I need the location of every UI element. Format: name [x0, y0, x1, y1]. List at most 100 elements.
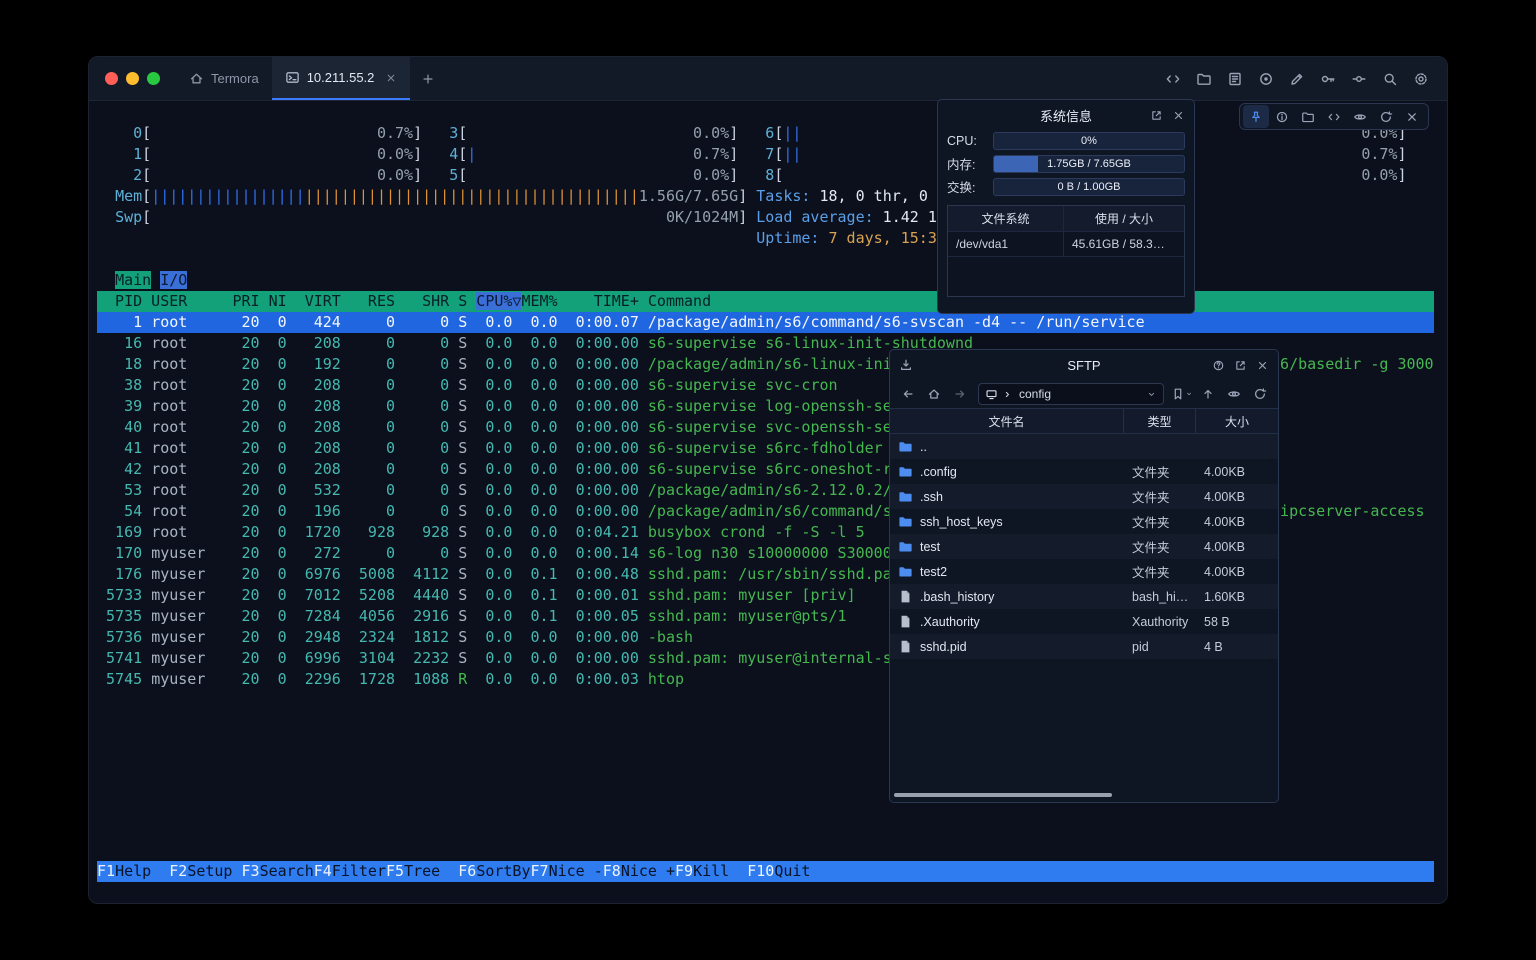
- new-tab-button[interactable]: [410, 57, 446, 100]
- fkey-label[interactable]: SortBy: [476, 862, 530, 880]
- journal-icon[interactable]: [1223, 67, 1247, 91]
- bookmark-icon[interactable]: [1170, 383, 1194, 405]
- help-icon[interactable]: [1212, 359, 1225, 372]
- back-icon[interactable]: [896, 383, 920, 405]
- col-res: 4056: [350, 607, 395, 625]
- fkey-F1[interactable]: F1: [97, 862, 115, 880]
- branch-icon[interactable]: [1347, 67, 1371, 91]
- horizontal-scrollbar[interactable]: [894, 793, 1112, 797]
- code-icon[interactable]: [1321, 105, 1347, 128]
- process-row[interactable]: 1 root 20 0 424 0 0 S 0.0 0.0 0:00.07 /p…: [97, 312, 1434, 333]
- col-state: S: [458, 502, 467, 520]
- fkey-label[interactable]: Help: [115, 862, 169, 880]
- close-panel-icon[interactable]: [1172, 109, 1185, 122]
- file-name: .bash_history: [920, 590, 994, 604]
- fkey-F7[interactable]: F7: [531, 862, 549, 880]
- fkey-label[interactable]: Nice -: [549, 862, 603, 880]
- download-icon[interactable]: [899, 358, 913, 372]
- file-row[interactable]: sshd.pidpid4 B: [890, 634, 1278, 659]
- col-virt: 532: [296, 481, 341, 499]
- filesystem-row[interactable]: /dev/vda145.61GB / 58.3…: [948, 232, 1184, 257]
- tab-10.211.55.2[interactable]: 10.211.55.2: [272, 57, 411, 100]
- sftp-panel: SFTP config 文件名类型大小 ...config文件夹4.00KB: [889, 349, 1279, 803]
- fkey-F6[interactable]: F6: [458, 862, 476, 880]
- close-icon[interactable]: [1399, 105, 1425, 128]
- fkey-label[interactable]: Filter: [332, 862, 386, 880]
- mem-meter-label: Mem: [115, 187, 142, 205]
- file-list: ...config文件夹4.00KB.ssh文件夹4.00KBssh_host_…: [890, 434, 1278, 659]
- fkey-F3[interactable]: F3: [242, 862, 260, 880]
- search-icon[interactable]: [1378, 67, 1402, 91]
- col-command: s6-supervise svc-cron: [648, 376, 838, 394]
- file-row[interactable]: test2文件夹4.00KB: [890, 559, 1278, 584]
- chevron-down-icon[interactable]: [1146, 389, 1157, 400]
- fkey-label[interactable]: Kill: [693, 862, 747, 880]
- sync-icon[interactable]: [1373, 105, 1399, 128]
- fkey-label[interactable]: Search: [260, 862, 314, 880]
- refresh-icon[interactable]: [1248, 383, 1272, 405]
- pin-icon[interactable]: [1243, 105, 1269, 128]
- code-icon[interactable]: [1161, 67, 1185, 91]
- close-window-button[interactable]: [105, 72, 118, 85]
- column-size[interactable]: 大小: [1196, 409, 1278, 433]
- col-res: 0: [350, 355, 395, 373]
- fkey-F9[interactable]: F9: [675, 862, 693, 880]
- open-in-window-icon[interactable]: [1234, 359, 1247, 372]
- file-name: ssh_host_keys: [920, 515, 1003, 529]
- col-time: 0:00.05: [567, 607, 639, 625]
- show-hidden-icon[interactable]: [1222, 383, 1246, 405]
- file-row[interactable]: .XauthorityXauthority58 B: [890, 609, 1278, 634]
- address-bar[interactable]: config: [978, 383, 1164, 405]
- folder-icon[interactable]: [1295, 105, 1321, 128]
- fkey-label[interactable]: Nice +: [621, 862, 675, 880]
- col-virt: 208: [296, 334, 341, 352]
- fkey-label[interactable]: Tree: [404, 862, 458, 880]
- column-header: 文件系统: [948, 206, 1064, 231]
- col-pri: 20: [232, 439, 259, 457]
- file-row[interactable]: .config文件夹4.00KB: [890, 459, 1278, 484]
- folder-icon[interactable]: [1192, 67, 1216, 91]
- tab-termora[interactable]: Termora: [176, 57, 272, 100]
- edit-icon[interactable]: [1285, 67, 1309, 91]
- file-row[interactable]: .ssh文件夹4.00KB: [890, 484, 1278, 509]
- file-type: 文件夹: [1124, 537, 1196, 556]
- file-row[interactable]: ssh_host_keys文件夹4.00KB: [890, 509, 1278, 534]
- home-icon[interactable]: [922, 383, 946, 405]
- file-row[interactable]: .bash_historybash_hi…1.60KB: [890, 584, 1278, 609]
- col-ni: 0: [269, 544, 287, 562]
- minimize-window-button[interactable]: [126, 72, 139, 85]
- fkey-F5[interactable]: F5: [386, 862, 404, 880]
- folder-icon: [898, 539, 913, 554]
- fkey-F8[interactable]: F8: [603, 862, 621, 880]
- info-icon[interactable]: [1269, 105, 1295, 128]
- file-row[interactable]: ..: [890, 434, 1278, 459]
- col-state: S: [458, 418, 467, 436]
- path-segment[interactable]: config: [1017, 387, 1053, 401]
- fkey-F4[interactable]: F4: [314, 862, 332, 880]
- settings-icon[interactable]: [1409, 67, 1433, 91]
- bar-text: 0%: [994, 133, 1184, 149]
- process-table-header[interactable]: PID USER PRI NI VIRT RES SHR S CPU%▽MEM%…: [97, 291, 1434, 312]
- record-icon[interactable]: [1254, 67, 1278, 91]
- screen-tabs[interactable]: Main I/O: [97, 270, 1434, 291]
- forward-icon[interactable]: [948, 383, 972, 405]
- file-row[interactable]: test文件夹4.00KB: [890, 534, 1278, 559]
- zoom-window-button[interactable]: [147, 72, 160, 85]
- column-filename[interactable]: 文件名: [890, 409, 1124, 433]
- parent-directory-icon[interactable]: [1196, 383, 1220, 405]
- fkey-F2[interactable]: F2: [169, 862, 187, 880]
- eye-icon[interactable]: [1347, 105, 1373, 128]
- col-pid: 5733: [97, 586, 142, 604]
- col-virt: 2296: [296, 670, 341, 688]
- meter-label: CPU:: [947, 134, 987, 148]
- column-type[interactable]: 类型: [1124, 409, 1196, 433]
- terminal-icon: [285, 70, 300, 85]
- key-icon[interactable]: [1316, 67, 1340, 91]
- col-virt: 208: [296, 418, 341, 436]
- fkey-F10[interactable]: F10: [747, 862, 774, 880]
- close-tab-icon[interactable]: [385, 72, 397, 84]
- close-panel-icon[interactable]: [1256, 359, 1269, 372]
- fkey-label[interactable]: Setup: [187, 862, 241, 880]
- fkey-label[interactable]: Quit: [774, 862, 828, 880]
- open-in-window-icon[interactable]: [1150, 109, 1163, 122]
